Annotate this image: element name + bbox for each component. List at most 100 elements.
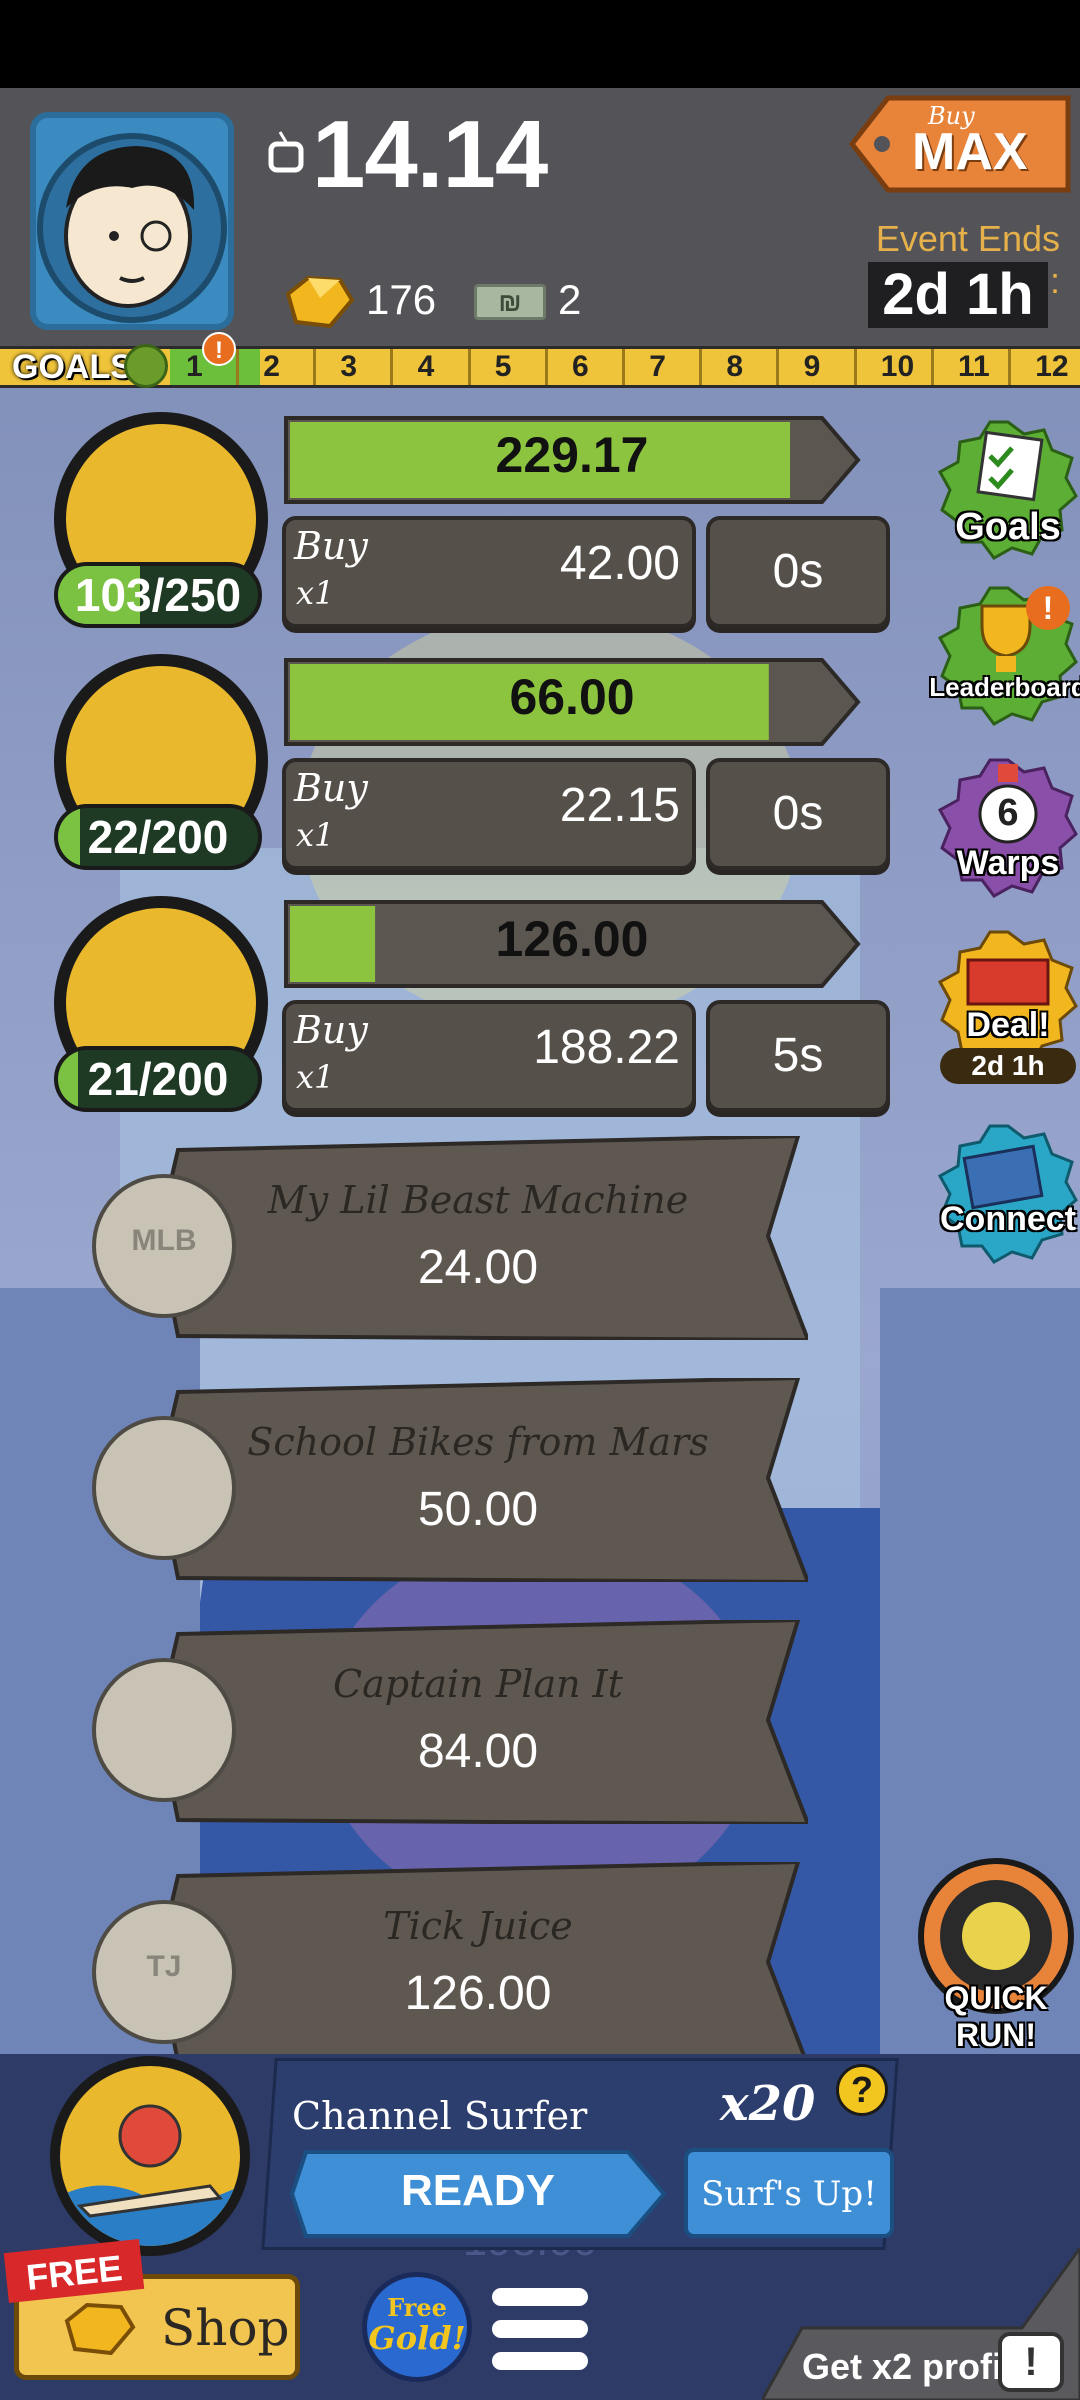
buy-label: Buy <box>294 524 368 568</box>
locked-business-banner[interactable]: Tick Juice 126.00 <box>155 1859 811 2069</box>
warps-count: 6 <box>997 792 1019 834</box>
business-progress-value: 66.00 <box>509 669 635 725</box>
free-gold-line1: Free <box>387 2293 447 2322</box>
gift-icon[interactable] <box>124 344 168 388</box>
cash-icon: ₪ <box>474 284 546 320</box>
surfs-up-button[interactable]: Surf's Up! <box>684 2148 894 2238</box>
goal-divider <box>1008 349 1011 385</box>
help-button[interactable]: ? <box>836 2064 888 2116</box>
deal-menu-label: Deal! <box>966 1006 1050 1044</box>
business-count: 22/200 <box>54 804 262 870</box>
free-gold-line2: Gold! <box>368 2319 466 2357</box>
goal-number: 12 <box>1035 350 1069 383</box>
locked-business-cost: 126.00 <box>404 1967 552 2020</box>
business-progress-bar[interactable]: 66.00 <box>282 654 862 750</box>
locked-business-banner[interactable]: School Bikes from Mars 50.00 <box>155 1375 811 1585</box>
gold-icon <box>59 2299 139 2359</box>
tv-alert-icon: ! <box>998 2332 1064 2392</box>
connect-menu-button[interactable]: Connect <box>937 1124 1078 1264</box>
bike-icon <box>92 1416 236 1560</box>
locked-icon-text: TJ <box>146 1950 182 1983</box>
business-progress-value: 126.00 <box>495 911 649 967</box>
locked-business-banner[interactable]: My Lil Beast Machine 24.00 <box>155 1133 811 1343</box>
deal-menu-button[interactable]: Deal! 2d 1h <box>937 930 1078 1090</box>
goal-number: 10 <box>880 350 915 383</box>
x2-profit-button[interactable]: Get x2 profit! ! <box>760 2245 1080 2400</box>
player-avatar[interactable] <box>30 112 234 330</box>
locked-business-name: Tick Juice <box>383 1904 573 1948</box>
free-gold-button[interactable]: Free Gold! <box>362 2272 472 2382</box>
goal-number: 9 <box>803 350 821 383</box>
business-progress-bar[interactable]: 229.17 <box>282 412 862 508</box>
locked-business-cost: 50.00 <box>417 1483 539 1536</box>
buy-label: Buy <box>294 766 368 810</box>
buy-cost: 42.00 <box>559 537 680 590</box>
business-count: 21/200 <box>54 1046 262 1112</box>
buy-multiplier: x1 <box>296 574 335 612</box>
locked-business-name: Captain Plan It <box>333 1662 623 1706</box>
goal-divider <box>236 349 239 385</box>
leaderboard-menu-label: Leaderboard <box>929 672 1080 702</box>
buy-cost: 188.22 <box>533 1021 680 1074</box>
channel-surfer-title: Channel Surfer <box>292 2094 588 2138</box>
goal-divider <box>699 349 703 385</box>
channel-surfer-icon[interactable] <box>50 2056 250 2256</box>
goals-alert-badge: ! <box>202 332 236 366</box>
business-timer: 5s <box>706 1000 890 1112</box>
locked-business-name: School Bikes from Mars <box>247 1420 709 1464</box>
business-progress-bar[interactable]: 126.00 <box>282 896 862 992</box>
goal-number: 5 <box>494 350 512 383</box>
goal-number: 2 <box>263 350 280 383</box>
goal-divider <box>622 349 625 385</box>
leaderboard-menu-button[interactable]: ! Leaderboard <box>929 586 1080 736</box>
leaderboard-alert-badge: ! <box>1026 586 1070 630</box>
goal-number: 7 <box>649 350 666 383</box>
buy-multiplier: x1 <box>296 816 335 854</box>
warps-menu-button[interactable]: 6 Warps <box>937 758 1078 908</box>
business-timer: 0s <box>706 516 890 628</box>
goal-divider <box>853 349 857 385</box>
dog-silhouette-icon <box>962 1902 1030 1970</box>
quick-run-label: QUICK RUN! <box>944 1980 1048 2053</box>
buy-button[interactable]: Buy x1 188.22 <box>282 1000 696 1112</box>
status-bar <box>0 0 1080 88</box>
juice-box-icon: TJ <box>92 1900 236 2044</box>
ready-button[interactable]: READY <box>288 2148 668 2240</box>
cash-count: 2 <box>558 276 582 323</box>
buy-max-button[interactable]: Buy MAX <box>848 94 1076 198</box>
business-progress-value: 229.17 <box>495 427 649 483</box>
goal-divider <box>776 349 780 385</box>
buy-button[interactable]: Buy x1 22.15 <box>282 758 696 870</box>
locked-business-cost: 84.00 <box>417 1725 539 1778</box>
goal-number: 11 <box>958 350 990 383</box>
goal-divider <box>390 349 394 385</box>
mlb-heart-icon: MLB <box>92 1174 236 1318</box>
goals-menu-button[interactable]: Goals <box>937 420 1078 560</box>
buy-label: Buy <box>294 1008 368 1052</box>
menu-icon[interactable] <box>492 2286 588 2372</box>
ready-label: READY <box>400 2166 556 2215</box>
locked-business-banner[interactable]: Captain Plan It 84.00 <box>155 1617 811 1827</box>
goal-number: 8 <box>726 350 744 383</box>
business-count-text: 21/200 <box>87 1053 229 1105</box>
goal-number: 6 <box>572 350 589 383</box>
money-score: 14.14 <box>312 101 548 208</box>
x2-profit-label: Get x2 profit! <box>802 2346 1027 2387</box>
connect-menu-label: Connect <box>940 1200 1076 1238</box>
warps-menu-label: Warps <box>956 844 1060 882</box>
tv-icon <box>268 130 304 174</box>
business-timer: 0s <box>706 758 890 870</box>
gold-icon <box>280 272 356 332</box>
business-count-text: 22/200 <box>87 811 229 863</box>
buy-button[interactable]: Buy x1 42.00 <box>282 516 696 628</box>
gold-count: 176 <box>366 276 437 323</box>
captain-icon <box>92 1658 236 1802</box>
locked-business-cost: 24.00 <box>417 1241 539 1294</box>
goal-number: 3 <box>340 350 358 383</box>
goal-number: 4 <box>417 350 435 383</box>
goals-menu-label: Goals <box>955 506 1061 548</box>
goal-divider <box>313 349 317 385</box>
goal-divider <box>930 349 934 385</box>
buy-multiplier: x1 <box>296 1058 335 1096</box>
business-count: 103/250 <box>54 562 262 628</box>
